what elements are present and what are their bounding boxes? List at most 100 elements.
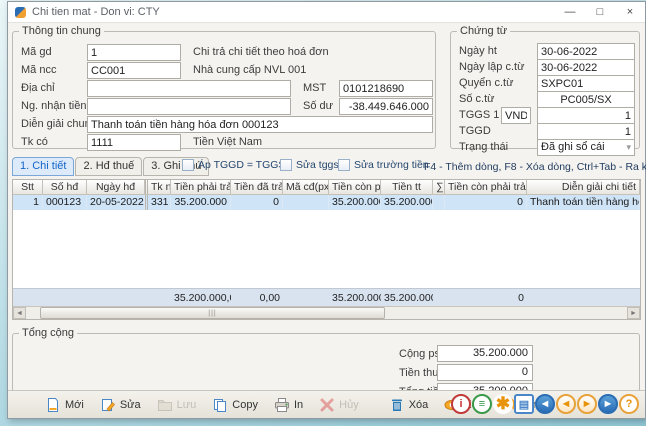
previous-icon[interactable]: ◄ <box>556 394 576 414</box>
grid-rows: 100012320-05-202233135.200.000035.200.00… <box>13 195 640 210</box>
checkbox-icon[interactable] <box>280 159 292 171</box>
info-icon[interactable]: i <box>451 394 471 414</box>
grid-cell: 0 <box>445 195 527 210</box>
totals-value[interactable]: 0 <box>437 364 533 381</box>
scrollbar-thumb[interactable]: ||| <box>40 307 385 319</box>
tggs1-currency-input[interactable] <box>501 107 531 124</box>
nguoi-nhan-tien-input[interactable] <box>87 98 291 115</box>
grid-cell: 331 <box>145 195 171 210</box>
scrollbar-track[interactable]: ||| <box>26 307 627 319</box>
save-folder-button[interactable]: Lưu <box>150 394 204 416</box>
column-header[interactable]: Diễn giải chi tiết <box>527 180 640 194</box>
tab-2[interactable]: 2. Hđ thuế <box>75 157 142 176</box>
tggd-input[interactable] <box>537 123 635 140</box>
ma-ncc-input[interactable] <box>87 62 181 79</box>
ngay-lap-ctu-label: Ngày lập c.từ <box>459 61 524 73</box>
trash-button[interactable]: Xóa <box>382 394 436 416</box>
dien-giai-chung-input[interactable] <box>87 116 433 133</box>
checkbox-label: Áp TGGD = TGGS1 <box>198 159 291 171</box>
column-header[interactable]: Tk n <box>145 180 171 194</box>
printer-icon <box>274 397 290 413</box>
trang-thai-dropdown[interactable]: Đã ghi sổ cái ▾ <box>537 139 635 156</box>
minimize-button[interactable]: — <box>555 2 585 22</box>
grid-cell: 0 <box>231 195 283 210</box>
column-header[interactable]: Stt <box>13 180 43 194</box>
grid-cell: 0,00 <box>231 291 283 305</box>
scroll-right-icon[interactable]: ► <box>627 307 640 319</box>
checkbox-2[interactable]: Sửa tggs <box>280 159 339 171</box>
tk-co-input[interactable] <box>87 134 181 151</box>
so-ctu-input[interactable] <box>537 91 635 108</box>
column-header[interactable]: ∑ <box>433 180 445 194</box>
dia-chi-input[interactable] <box>87 80 291 97</box>
first-icon[interactable]: ◄ <box>535 394 555 414</box>
document-legend: Chứng từ <box>457 25 510 37</box>
column-header[interactable]: Tiền đã trả <box>231 180 283 194</box>
column-header[interactable]: Số hđ <box>43 180 87 194</box>
so-ctu-label: Số c.từ <box>459 93 495 105</box>
mst-input[interactable] <box>339 80 433 97</box>
toolbar-button-label: Hủy <box>339 399 359 411</box>
list-icon[interactable]: ≡ <box>472 394 492 414</box>
grid-cell: 35.200.000 <box>381 195 433 210</box>
ma-ncc-label: Mã ncc <box>21 64 56 76</box>
totals-row: Tiền thuế0 <box>13 364 639 382</box>
report-icon[interactable]: ▤ <box>514 394 534 414</box>
tab-options-row: 1. Chi tiết2. Hđ thuế3. Ghi chú Áp TGGD … <box>12 156 641 176</box>
settings-icon[interactable]: ✱ <box>493 394 513 414</box>
app-window: Chi tien mat - Don vi: CTY — □ × Thông t… <box>7 1 646 419</box>
trang-thai-value: Đã ghi sổ cái <box>541 141 605 153</box>
last-icon[interactable]: ► <box>598 394 618 414</box>
title-bar: Chi tien mat - Don vi: CTY — □ × <box>8 2 645 23</box>
horizontal-scrollbar[interactable]: ◄ ||| ► <box>13 306 640 319</box>
tab-1[interactable]: 1. Chi tiết <box>12 157 74 176</box>
scroll-left-icon[interactable]: ◄ <box>13 307 26 319</box>
ngay-ht-input[interactable] <box>537 43 635 60</box>
shortcut-hint: F4 - Thêm dòng, F8 - Xóa dòng, Ctrl+Tab … <box>424 161 646 173</box>
mst-label: MST <box>303 82 326 94</box>
column-header[interactable]: Tiền tt <box>381 180 433 194</box>
tggs1-rate-input[interactable] <box>537 107 635 124</box>
tggs1-label: TGGS 1 <box>459 109 499 121</box>
grid-cell: 1 <box>13 195 43 210</box>
toolbar-button-label: In <box>294 399 303 411</box>
cancel-x-button[interactable]: Hủy <box>312 394 366 416</box>
totals-group: Tổng cộng Cộng ps35.200.000Tiền thuế0Tổn… <box>12 327 640 393</box>
ngay-lap-ctu-input[interactable] <box>537 59 635 76</box>
table-row[interactable]: 100012320-05-202233135.200.000035.200.00… <box>13 195 640 210</box>
edit-button[interactable]: Sửa <box>93 394 148 416</box>
checkbox-3[interactable]: Sửa trường tiền <box>338 159 429 171</box>
checkbox-icon[interactable] <box>182 159 194 171</box>
ma-gd-input[interactable] <box>87 44 181 61</box>
checkbox-icon[interactable] <box>338 159 350 171</box>
chevron-down-icon: ▾ <box>626 142 631 153</box>
so-du-input[interactable] <box>339 98 433 115</box>
so-du-label: Số dư <box>303 100 333 112</box>
ma-ncc-desc: Nhà cung cấp NVL 001 <box>193 64 306 76</box>
column-header[interactable]: Tiền còn ph <box>329 180 381 194</box>
totals-row: Cộng ps35.200.000 <box>13 345 639 363</box>
cancel-x-icon <box>319 397 335 413</box>
quyen-ctu-label: Quyển c.từ <box>459 77 513 89</box>
grid-header: SttSố hđNgày hđTk nTiền phải trảTiền đã … <box>13 180 640 195</box>
quyen-ctu-input[interactable] <box>537 75 635 92</box>
maximize-button[interactable]: □ <box>585 2 615 22</box>
help-icon[interactable]: ? <box>619 394 639 414</box>
checkbox-1[interactable]: Áp TGGD = TGGS1 <box>182 159 291 171</box>
grid-empty-area <box>13 210 640 288</box>
tk-co-desc: Tiền Việt Nam <box>193 136 262 148</box>
trang-thai-label: Trạng thái <box>459 141 508 153</box>
next-icon[interactable]: ► <box>577 394 597 414</box>
document-group: Chứng từ Ngày ht Ngày lập c.từ Quyển c.t… <box>450 25 640 149</box>
column-header[interactable]: Ngày hđ <box>87 180 145 194</box>
close-button[interactable]: × <box>615 2 645 22</box>
copy-button[interactable]: Copy <box>205 394 265 416</box>
totals-value[interactable]: 35.200.000 <box>437 345 533 362</box>
column-header[interactable]: Tiền phải trả <box>171 180 231 194</box>
app-icon <box>15 7 26 18</box>
printer-button[interactable]: In <box>267 394 310 416</box>
column-header[interactable]: Tiền còn phải trả 2 <box>445 180 527 194</box>
new-document-button[interactable]: Mới <box>38 394 91 416</box>
window-title: Chi tien mat - Don vi: CTY <box>32 6 160 18</box>
column-header[interactable]: Mã cđ(px) <box>283 180 329 194</box>
